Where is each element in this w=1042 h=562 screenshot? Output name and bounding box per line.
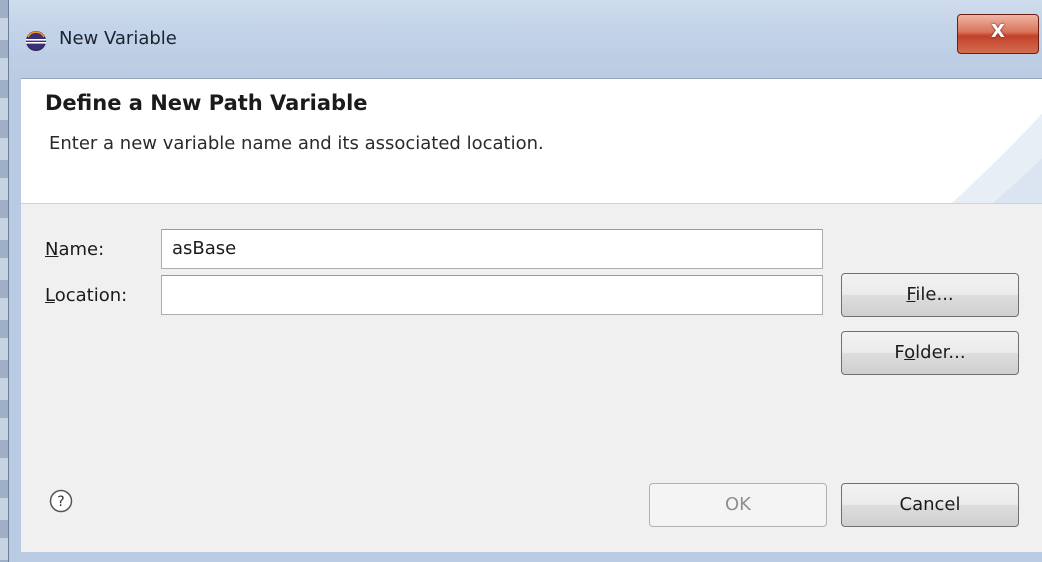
file-button[interactable]: File... — [841, 273, 1019, 317]
eclipse-icon — [26, 31, 46, 51]
close-icon: X — [991, 21, 1005, 42]
location-input[interactable] — [161, 275, 823, 315]
background-window-edge — [0, 0, 8, 562]
window-title: New Variable — [59, 28, 177, 49]
wizard-header: Define a New Path Variable Enter a new v… — [21, 79, 1042, 204]
dialog-client-area: Define a New Path Variable Enter a new v… — [21, 78, 1042, 552]
folder-button[interactable]: Folder... — [841, 331, 1019, 375]
header-banner-graphic — [951, 113, 1042, 203]
name-input[interactable]: asBase — [161, 229, 823, 269]
page-title: Define a New Path Variable — [45, 91, 368, 115]
page-description: Enter a new variable name and its associ… — [49, 133, 544, 154]
title-bar[interactable]: New Variable X — [9, 0, 1042, 78]
cancel-button[interactable]: Cancel — [841, 483, 1019, 527]
new-variable-dialog: New Variable X Define a New Path Variabl… — [8, 0, 1042, 562]
close-button[interactable]: X — [957, 14, 1039, 54]
ok-button[interactable]: OK — [649, 483, 827, 527]
help-icon[interactable]: ? — [49, 489, 73, 513]
location-label: Location: — [45, 285, 128, 306]
name-label: Name: — [45, 239, 105, 260]
svg-text:?: ? — [57, 494, 64, 510]
